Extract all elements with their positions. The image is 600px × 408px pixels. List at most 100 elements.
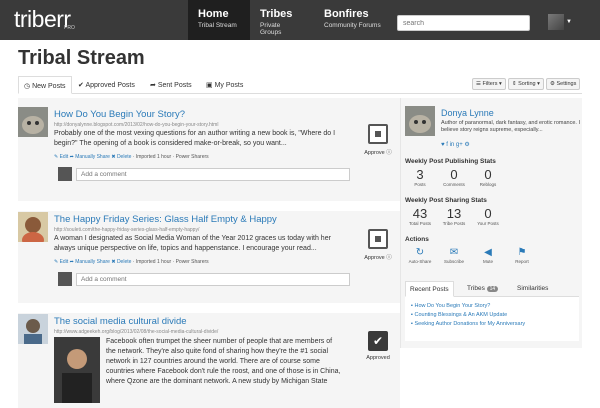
stat-label: Posts [414,182,426,187]
page-title: Tribal Stream [18,47,145,69]
tab-my-posts[interactable]: ▣ My Posts [206,76,243,94]
edit-link[interactable]: ✎ Edit [54,259,68,265]
list-item[interactable]: Seeking Author Donations for My Annivers… [411,320,573,329]
comment-input[interactable] [76,168,350,181]
share-label: Manually Share [75,154,110,160]
approve-control[interactable]: Approve ⓘ [361,229,395,261]
stat-total-posts: 43 Total Posts [403,207,437,227]
stat-number: 3 [416,167,424,182]
approve-label: Approve [364,255,385,261]
post-item: The Happy Friday Series: Glass Half Empt… [18,203,400,303]
manually-share-link[interactable]: ➦ Manually Share [70,154,110,160]
action-label: Mute [482,259,493,264]
edit-link[interactable]: ✎ Edit [54,154,68,160]
stat-number: 0 [450,167,458,182]
profile-avatar[interactable] [405,106,435,136]
post-feed: How Do You Begin Your Story? http://dony… [18,98,400,408]
delete-label: Delete [116,154,132,160]
report-button[interactable]: ⚑ Report [507,247,537,264]
post-thumbnail [18,107,48,137]
tab-tribes[interactable]: Tribes 14 [467,281,499,297]
post-url[interactable]: http://souleti.com/the-happy-friday-seri… [54,227,199,233]
nav-bonfires[interactable]: Bonfires Community Forums [314,0,394,40]
stat-label: Tribe Posts [442,221,466,226]
top-navbar: triberr PRO Home Tribal Stream Tribes Pr… [0,0,600,40]
stat-posts: 3 Posts [403,167,437,188]
stat-your-posts: 0 Your Posts [471,206,505,227]
profile-name[interactable]: Donya Lynne [441,108,494,118]
list-item[interactable]: Counting Blessings & An AKM Update [411,311,573,320]
stat-number: 13 [446,206,462,221]
chevron-down-icon[interactable]: ▼ [566,19,572,25]
filters-label: Filters [482,81,498,87]
list-item[interactable]: How Do You Begin Your Story? [411,302,573,311]
actions-heading: Actions [405,236,429,243]
tab-approved-posts[interactable]: ✔ Approved Posts [78,76,135,94]
recent-posts-list: How Do You Begin Your Story? Counting Bl… [405,297,579,341]
info-icon[interactable]: ⓘ [386,150,392,156]
post-item: The social media cultural divide http://… [18,305,400,408]
filters-button[interactable]: ☰ Filters ▾ [472,78,506,90]
comment-input[interactable] [76,273,350,286]
tab-sent-posts[interactable]: ➦ Sent Posts [150,76,192,94]
nav-home[interactable]: Home Tribal Stream [188,0,250,40]
subscribe-button[interactable]: ✉ Subscribe [439,247,469,264]
post-excerpt: Facebook often trumpet the sheer number … [106,338,341,385]
settings-button[interactable]: ⚙ Settings [546,78,581,90]
logo-pro-label: PRO [64,25,75,31]
sorting-button[interactable]: ⇕ Sorting ▾ [508,78,544,90]
share-icon: ➦ [150,82,158,89]
approved-check-icon: ✔ [368,331,388,351]
tab-label: Approved Posts [85,82,135,89]
post-title[interactable]: How Do You Begin Your Story? [54,109,185,120]
stat-number: 0 [484,206,492,221]
post-title[interactable]: The Happy Friday Series: Glass Half Empt… [54,214,277,225]
tab-similarities[interactable]: Similarities [517,281,548,297]
info-icon[interactable]: ⓘ [386,255,392,261]
tab-label: Sent Posts [157,82,192,89]
share-label: Manually Share [75,259,110,265]
stat-tribe-posts: 13 Tribe Posts [437,206,471,227]
approve-button[interactable] [368,229,388,249]
social-icons[interactable]: ♥ f in g+ ⚙ [441,141,470,148]
tab-recent-posts[interactable]: Recent Posts [405,281,454,297]
stat-label: Total Posts [408,221,431,226]
commenter-avatar [58,167,72,181]
publishing-stats-heading: Weekly Post Publishing Stats [405,158,496,165]
post-url[interactable]: http://donyalynne.blogspot.com/2013/02/h… [54,122,218,128]
manually-share-link[interactable]: ➦ Manually Share [70,259,110,265]
post-import-info: · Imported 1 hour · Power Sharers [132,259,209,265]
tab-new-posts[interactable]: ◷ New Posts [18,76,72,94]
user-avatar[interactable] [548,14,564,30]
mute-button[interactable]: ◀ Mute [473,247,503,264]
nav-tribes-title: Tribes [260,8,293,20]
clock-icon: ◷ [24,83,33,90]
post-meta: ✎ Edit ➦ Manually Share ✖ Delete · Impor… [54,154,209,160]
action-label: Auto-Share [408,259,432,264]
post-meta: ✎ Edit ➦ Manually Share ✖ Delete · Impor… [54,259,209,265]
approve-button[interactable] [368,124,388,144]
approved-label: Approved [366,355,390,361]
envelope-icon: ✉ [449,247,459,258]
commenter-avatar [58,272,72,286]
nav-tribes-sub: Private Groups [260,22,282,36]
refresh-icon: ↻ [415,247,425,258]
nav-tribes[interactable]: Tribes Private Groups [250,0,312,40]
edit-label: Edit [59,154,69,160]
post-title[interactable]: The social media cultural divide [54,316,187,327]
tab-label: New Posts [32,83,66,90]
post-url[interactable]: http://www.adgeekeh.org/blog/2013/02/08/… [54,329,218,335]
action-label: Subscribe [443,259,464,264]
sharing-stats-heading: Weekly Post Sharing Stats [405,197,487,204]
auto-share-button[interactable]: ↻ Auto-Share [405,247,435,264]
approve-control[interactable]: Approve ⓘ [361,124,395,156]
delete-link[interactable]: ✖ Delete [111,259,131,265]
nav-bonfires-title: Bonfires [324,8,369,20]
post-excerpt: Probably one of the most vexing question… [54,130,336,147]
triberr-logo[interactable]: triberr [14,6,71,33]
speaker-mute-icon: ◀ [484,247,492,258]
delete-link[interactable]: ✖ Delete [111,154,131,160]
sidebar-tabs: Recent Posts Tribes 14 Similarities [405,281,579,297]
stat-label: Comments [443,182,465,187]
search-input[interactable] [397,15,530,31]
